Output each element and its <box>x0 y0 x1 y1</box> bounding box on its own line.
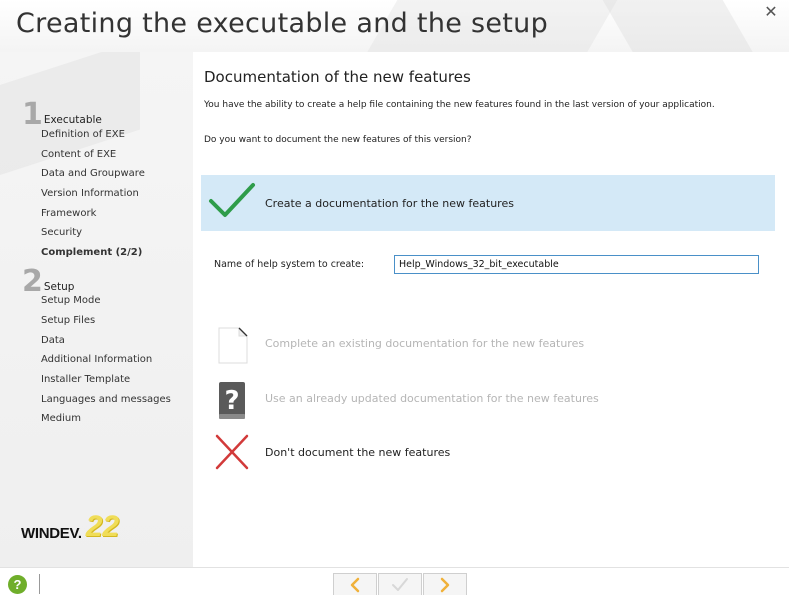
chevron-right-icon <box>440 577 450 592</box>
document-icon <box>201 315 265 371</box>
title-decoration <box>591 0 769 52</box>
window-title: Creating the executable and the setup <box>16 8 549 39</box>
cross-icon <box>201 424 265 480</box>
question-text: Do you want to document the new features… <box>204 135 472 145</box>
option-label: Don't document the new features <box>265 445 451 459</box>
checkmark-icon <box>201 175 265 231</box>
wizard-sidebar: 1 Executable Definition of EXE Content o… <box>0 52 193 567</box>
sidebar-item-definition-of-exe[interactable]: Definition of EXE <box>41 129 125 140</box>
help-button[interactable]: ? <box>8 575 27 594</box>
next-button[interactable] <box>423 573 467 595</box>
sidebar-item-data[interactable]: Data <box>41 335 65 346</box>
sidebar-item-complement[interactable]: Complement (2/2) <box>41 247 142 258</box>
help-book-icon: ? <box>201 370 265 426</box>
sidebar-item-medium[interactable]: Medium <box>41 413 81 424</box>
sidebar-item-additional-information[interactable]: Additional Information <box>41 354 152 365</box>
intro-text: You have the ability to create a help fi… <box>204 100 715 110</box>
sidebar-item-setup-mode[interactable]: Setup Mode <box>41 295 101 306</box>
option-create-documentation[interactable]: Create a documentation for the new featu… <box>201 175 775 231</box>
chevron-left-icon <box>350 577 360 592</box>
help-name-label: Name of help system to create: <box>214 259 365 270</box>
sidebar-item-setup-files[interactable]: Setup Files <box>41 315 95 326</box>
step-number: 1 <box>22 97 43 132</box>
step-number: 2 <box>22 264 43 299</box>
windev-logo: WINDEV. 22 <box>21 510 120 543</box>
option-use-updated-documentation[interactable]: ? Use an already updated documentation f… <box>201 370 775 426</box>
help-name-input[interactable] <box>394 255 759 274</box>
step-label: Setup <box>43 281 75 293</box>
sidebar-item-data-and-groupware[interactable]: Data and Groupware <box>41 168 145 179</box>
sidebar-item-languages-and-messages[interactable]: Languages and messages <box>41 394 171 405</box>
logo-text: WINDEV. <box>21 525 82 542</box>
option-label: Complete an existing documentation for t… <box>265 336 585 350</box>
logo-version: 22 <box>85 510 120 543</box>
page-heading: Documentation of the new features <box>204 68 471 86</box>
sidebar-item-framework[interactable]: Framework <box>41 208 96 219</box>
finish-button[interactable] <box>378 573 422 595</box>
option-dont-document[interactable]: Don't document the new features <box>201 424 775 480</box>
main-panel: Documentation of the new features You ha… <box>193 52 789 567</box>
bottom-bar: ? <box>0 567 789 595</box>
sidebar-item-installer-template[interactable]: Installer Template <box>41 374 130 385</box>
option-label: Use an already updated documentation for… <box>265 391 599 405</box>
divider <box>39 574 40 594</box>
title-bar: Creating the executable and the setup ✕ <box>0 0 789 52</box>
sidebar-item-content-of-exe[interactable]: Content of EXE <box>41 149 116 160</box>
sidebar-item-security[interactable]: Security <box>41 227 82 238</box>
option-complete-existing-documentation[interactable]: Complete an existing documentation for t… <box>201 315 775 371</box>
option-label: Create a documentation for the new featu… <box>265 196 514 210</box>
help-name-row: Name of help system to create: <box>214 255 759 274</box>
previous-button[interactable] <box>333 573 377 595</box>
step-setup-header[interactable]: 2 Setup <box>22 264 75 299</box>
step-label: Executable <box>43 114 102 126</box>
svg-text:?: ? <box>224 386 239 416</box>
sidebar-item-version-information[interactable]: Version Information <box>41 188 139 199</box>
checkmark-icon <box>392 577 408 591</box>
close-icon[interactable]: ✕ <box>761 2 781 22</box>
step-executable-header[interactable]: 1 Executable <box>22 97 102 132</box>
